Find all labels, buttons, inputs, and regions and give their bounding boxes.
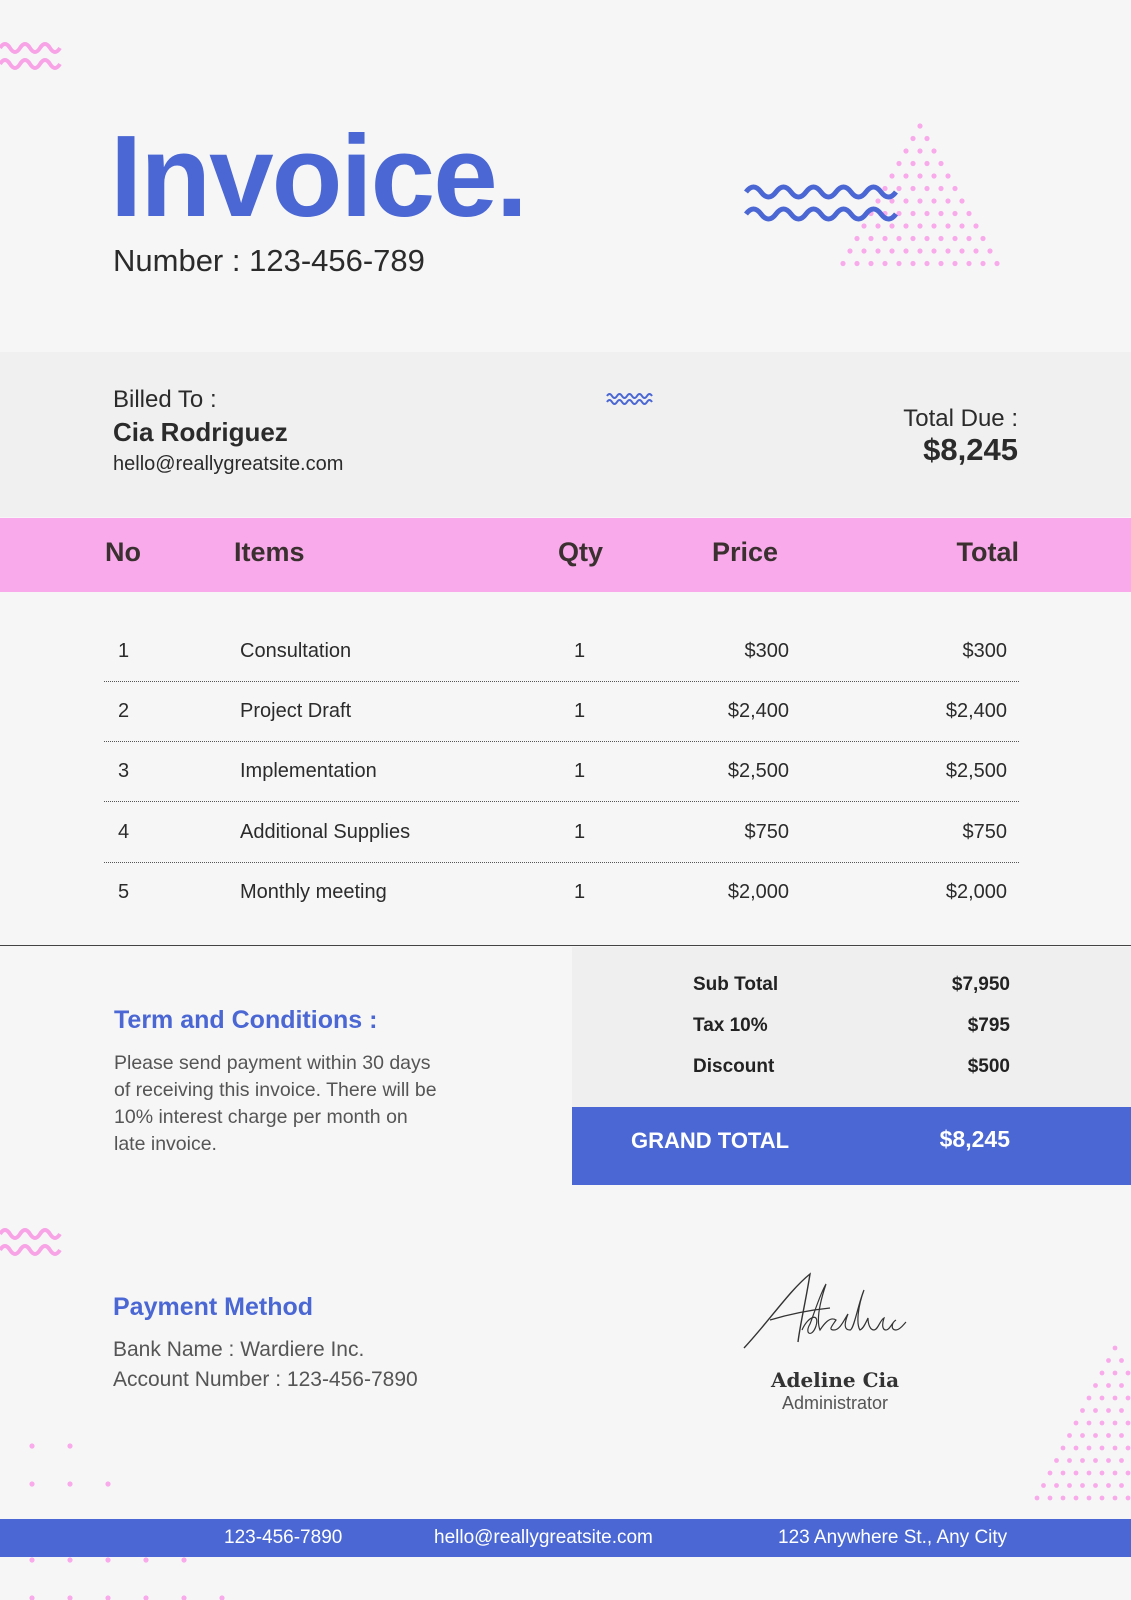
row-qty: 1 — [574, 821, 586, 843]
bank-name: Bank Name : Wardiere Inc. — [113, 1338, 365, 1361]
row-total: $2,500 — [945, 760, 1007, 782]
billed-to-email: hello@reallygreatsite.com — [113, 453, 344, 475]
row-total: $300 — [962, 640, 1008, 662]
row-price: $2,000 — [727, 881, 789, 903]
table-row: 3 Implementation 1 $2,500 $2,500 — [104, 742, 1019, 802]
row-price: $2,400 — [727, 700, 789, 722]
row-qty: 1 — [574, 760, 586, 782]
grand-total-value: $8,245 — [939, 1126, 1010, 1152]
billed-to-name: Cia Rodriguez — [113, 417, 288, 447]
row-qty: 1 — [574, 640, 586, 662]
table-row: 4 Additional Supplies 1 $750 $750 — [104, 803, 1019, 863]
row-price: $2,500 — [727, 760, 789, 782]
tax-label: Tax 10% — [693, 1015, 768, 1036]
footer-address: 123 Anywhere St., Any City — [778, 1527, 1008, 1548]
row-total: $750 — [962, 821, 1008, 843]
total-due-label: Total Due : — [903, 405, 1018, 432]
header-total: Total — [956, 537, 1020, 567]
table-row: 1 Consultation 1 $300 $300 — [104, 622, 1019, 682]
discount-label: Discount — [693, 1056, 775, 1077]
blue-wave-decoration — [744, 184, 898, 222]
row-item: Implementation — [240, 760, 377, 782]
row-no: 1 — [118, 640, 130, 662]
signatory-role: Administrator — [781, 1393, 889, 1413]
invoice-number: Number : 123-456-789 — [113, 243, 425, 278]
row-qty: 1 — [574, 700, 586, 722]
subtotal-value: $7,950 — [951, 974, 1010, 995]
header-items: Items — [234, 537, 305, 567]
subtotal-label: Sub Total — [693, 974, 779, 995]
tax-value: $795 — [967, 1015, 1010, 1036]
row-item: Project Draft — [240, 700, 352, 722]
header-no: No — [105, 537, 141, 567]
signature-image — [743, 1272, 907, 1349]
footer-phone: 123-456-7890 — [224, 1527, 343, 1548]
grand-total-label: GRAND TOTAL — [631, 1128, 790, 1153]
table-divider — [0, 945, 1131, 946]
discount-value: $500 — [967, 1056, 1010, 1077]
row-price: $750 — [744, 821, 790, 843]
row-no: 3 — [118, 760, 130, 782]
small-blue-wave-icon — [606, 393, 653, 405]
terms-text: Please send payment within 30 days of re… — [114, 1052, 437, 1155]
signatory-name: Adeline Cia — [770, 1368, 900, 1392]
row-item: Additional Supplies — [240, 821, 411, 843]
account-number: Account Number : 123-456-7890 — [113, 1368, 418, 1391]
table-row: 5 Monthly meeting 1 $2,000 $2,000 — [104, 863, 1019, 923]
footer-email: hello@reallygreatsite.com — [434, 1527, 653, 1548]
row-item: Consultation — [240, 640, 352, 662]
billed-to-label: Billed To : — [113, 386, 217, 413]
row-item: Monthly meeting — [240, 881, 387, 903]
row-no: 2 — [118, 700, 130, 722]
row-qty: 1 — [574, 881, 586, 903]
terms-title: Term and Conditions : — [114, 1006, 378, 1034]
row-price: $300 — [744, 640, 790, 662]
invoice-title: Invoice. — [110, 111, 528, 241]
row-no: 5 — [118, 881, 130, 903]
pink-wave-decoration-middle — [0, 1228, 62, 1256]
total-due-value: $8,245 — [923, 432, 1018, 467]
row-total: $2,400 — [945, 700, 1007, 722]
payment-method-title: Payment Method — [113, 1293, 314, 1321]
row-total: $2,000 — [945, 881, 1007, 903]
summary-box — [572, 947, 1131, 1107]
pink-wave-decoration-top — [0, 42, 62, 70]
pink-dot-triangle-decoration-bottom — [1034, 1345, 1131, 1501]
header-price: Price — [712, 537, 779, 567]
header-qty: Qty — [558, 537, 604, 567]
table-row: 2 Project Draft 1 $2,400 $2,400 — [104, 682, 1019, 742]
row-no: 4 — [118, 821, 130, 843]
